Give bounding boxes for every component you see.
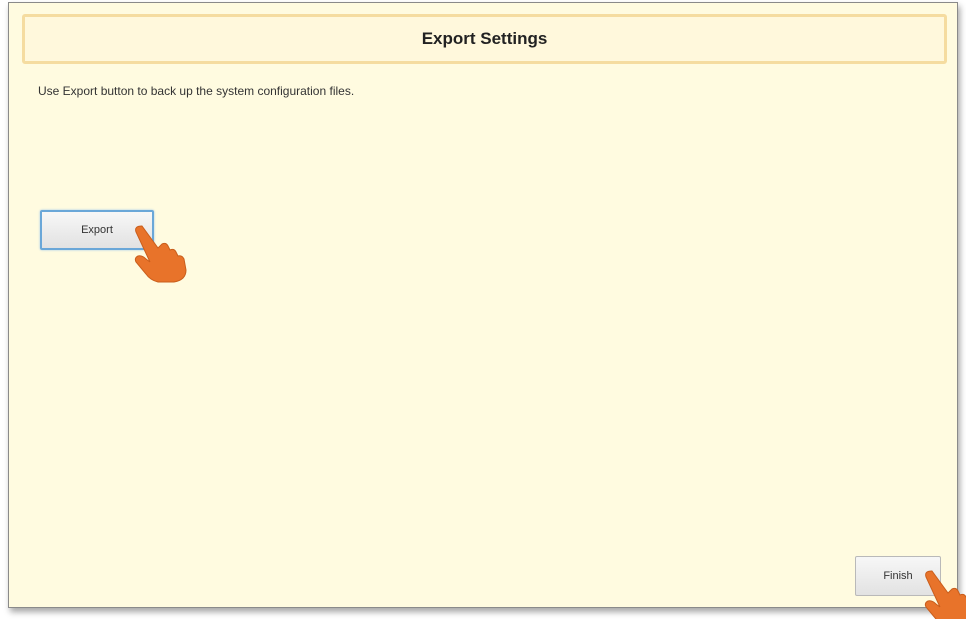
finish-button[interactable]: Finish — [855, 556, 941, 596]
export-button[interactable]: Export — [40, 210, 154, 250]
finish-button-label: Finish — [883, 570, 913, 582]
description-text: Use Export button to back up the system … — [38, 84, 355, 98]
export-button-label: Export — [81, 224, 113, 236]
screenshot-canvas: Export Settings Use Export button to bac… — [0, 0, 966, 619]
page-title: Export Settings — [421, 29, 548, 48]
title-bar: Export Settings — [22, 14, 947, 64]
